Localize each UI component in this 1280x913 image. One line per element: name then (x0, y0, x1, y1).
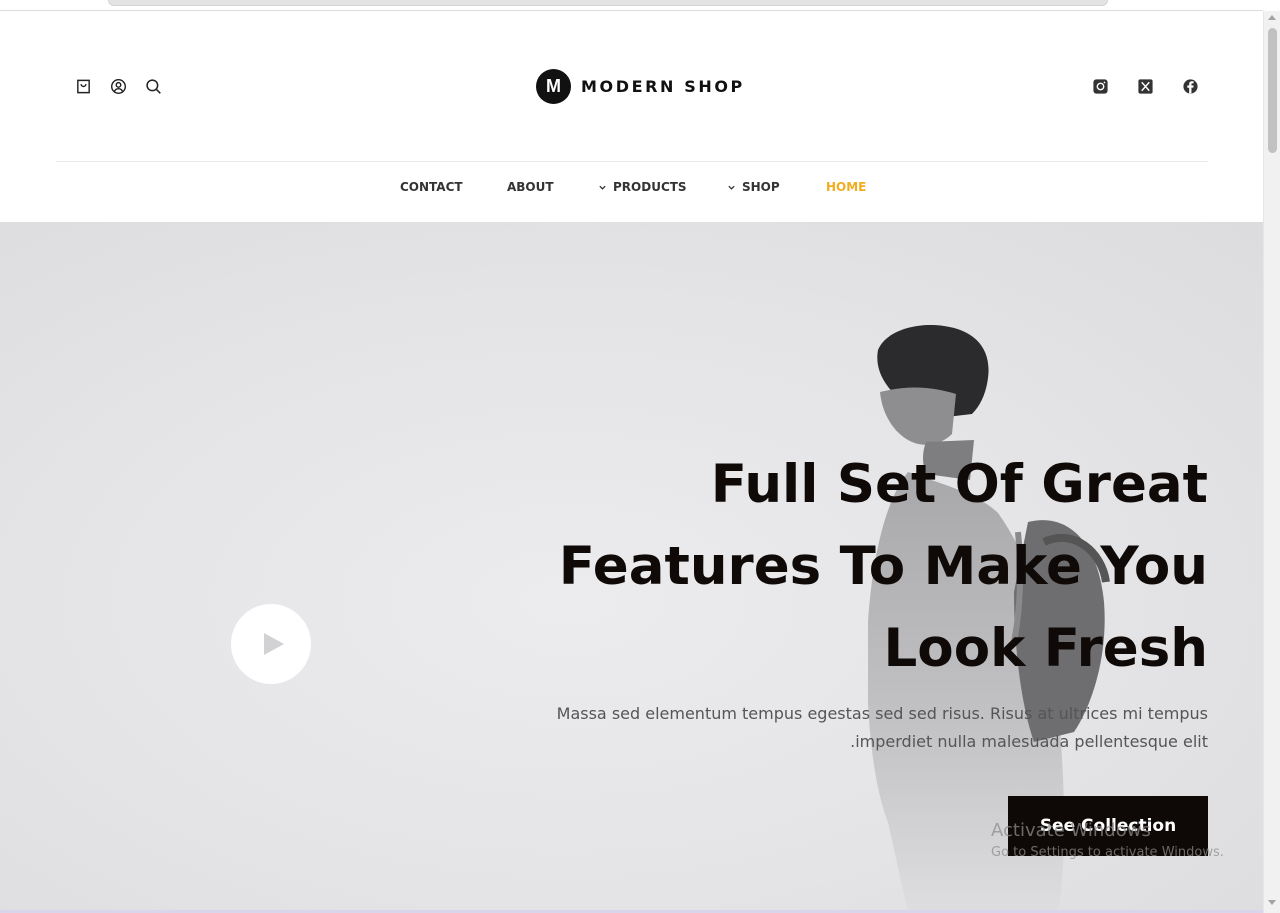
user-account-icon[interactable] (109, 77, 127, 95)
brand-logo-mark: M (536, 69, 571, 104)
nav-item-about[interactable]: ABOUT (507, 180, 554, 194)
search-icon[interactable] (144, 77, 162, 95)
hero-subtitle: Massa sed elementum tempus egestas sed s… (540, 700, 1208, 756)
address-bar[interactable] (108, 0, 1108, 6)
hero-title-line: Full Set Of Great (710, 454, 1208, 515)
play-video-button[interactable] (231, 604, 311, 684)
brand-logo-link[interactable]: M MODERN SHOP (536, 69, 745, 104)
nav-item-label: PRODUCTS (613, 180, 687, 194)
nav-item-label: HOME (826, 180, 867, 194)
x-twitter-icon[interactable] (1136, 77, 1154, 95)
vertical-scrollbar[interactable] (1263, 11, 1280, 913)
social-icons (1091, 77, 1199, 95)
hero-subtitle-line: .imperdiet nulla malesuada pellentesque … (850, 732, 1208, 751)
site-header: M MODERN SHOP CONTACT ABOUT PRODUCTS SHO… (0, 11, 1263, 222)
see-collection-button[interactable]: See Collection (1008, 796, 1208, 856)
browser-toolbar (0, 0, 1263, 11)
scrollbar-thumb[interactable] (1268, 28, 1277, 153)
play-icon (264, 633, 284, 655)
hero-title: Full Set Of Great Features To Make You L… (500, 444, 1208, 690)
main-navigation: CONTACT ABOUT PRODUCTS SHOP HOME (0, 180, 1263, 204)
hero-title-line: Features To Make You (558, 536, 1208, 597)
nav-item-shop[interactable]: SHOP (727, 180, 780, 194)
header-utility-icons (74, 77, 162, 95)
chevron-down-icon (599, 185, 606, 190)
header-divider (56, 161, 1208, 162)
nav-item-label: SHOP (742, 180, 780, 194)
scroll-down-arrow-icon[interactable] (1268, 900, 1276, 905)
chevron-down-icon (728, 185, 735, 190)
hero-subtitle-line: Massa sed elementum tempus egestas sed s… (556, 704, 1208, 723)
nav-item-contact[interactable]: CONTACT (400, 180, 463, 194)
hero-section: Full Set Of Great Features To Make You L… (0, 222, 1263, 913)
hero-title-line: Look Fresh (883, 618, 1208, 679)
nav-item-label: CONTACT (400, 180, 463, 194)
facebook-icon[interactable] (1181, 77, 1199, 95)
brand-name: MODERN SHOP (581, 77, 745, 96)
scroll-up-arrow-icon[interactable] (1268, 15, 1276, 20)
nav-item-home[interactable]: HOME (826, 180, 866, 194)
shopping-bag-icon[interactable] (74, 77, 92, 95)
instagram-icon[interactable] (1091, 77, 1109, 95)
page: M MODERN SHOP CONTACT ABOUT PRODUCTS SHO… (0, 0, 1280, 913)
nav-item-products[interactable]: PRODUCTS (598, 180, 687, 194)
nav-item-label: ABOUT (507, 180, 554, 194)
